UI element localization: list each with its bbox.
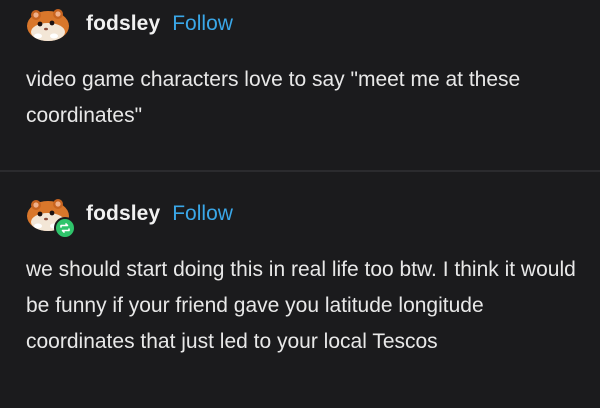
post-reblog: fodsley Follow we should start doing thi… [0,172,600,408]
username[interactable]: fodsley [86,12,160,36]
avatar[interactable] [26,6,72,42]
post-original: fodsley Follow video game characters lov… [0,0,600,170]
post-body-text: we should start doing this in real life … [26,258,576,353]
post-header: fodsley Follow [26,6,233,42]
post-header: fodsley Follow [26,196,233,239]
follow-button[interactable]: Follow [172,12,233,36]
dashboard-page: fodsley Follow video game characters lov… [0,0,600,408]
reblog-icon [54,217,76,239]
username[interactable]: fodsley [86,202,160,226]
avatar[interactable] [26,196,76,239]
hamster-avatar-icon [27,9,69,41]
post-body-text: video game characters love to say "meet … [26,68,521,127]
follow-button[interactable]: Follow [172,202,233,226]
